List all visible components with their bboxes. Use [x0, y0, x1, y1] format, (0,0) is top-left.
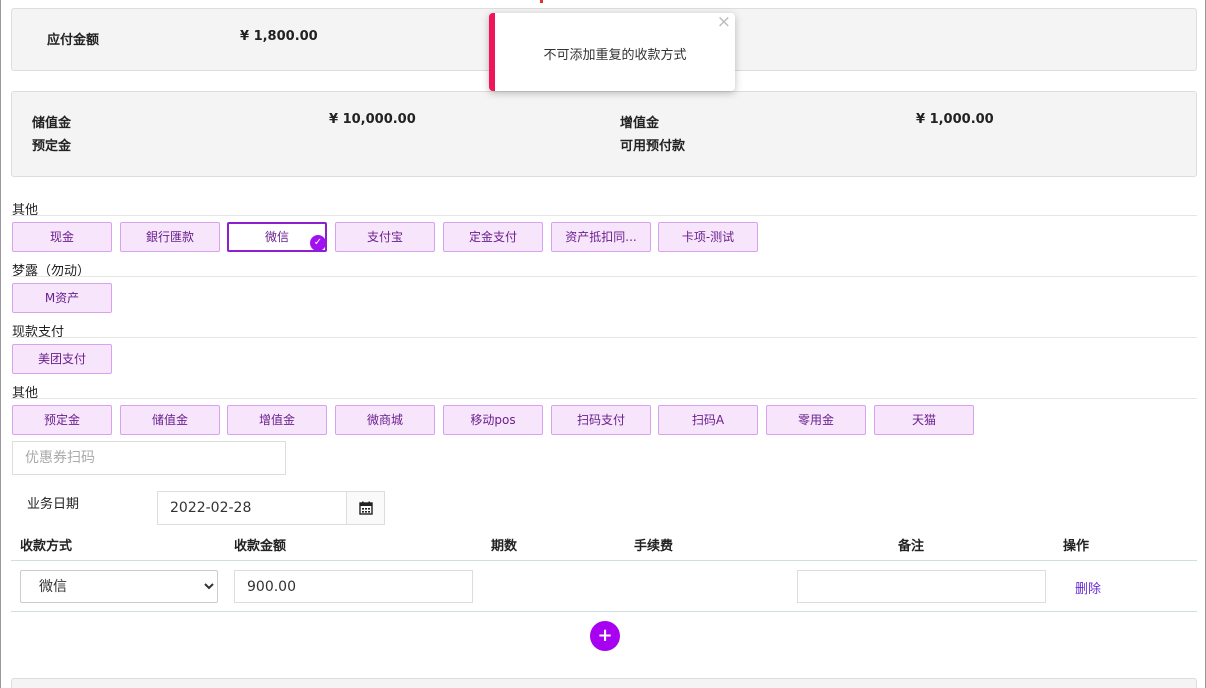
header-periods: 期数	[491, 539, 518, 554]
prepaid-label: 可用预付款	[620, 139, 686, 154]
table-row-divider	[11, 611, 1197, 612]
pay-method-wechat-label: 微信	[264, 230, 289, 244]
bottom-panel	[11, 678, 1197, 688]
table-header-divider	[11, 560, 1197, 561]
coupon-scan-input[interactable]	[12, 441, 286, 475]
pay-method-wechat[interactable]: 微信 ✓	[227, 222, 327, 252]
business-date-input[interactable]	[157, 491, 347, 525]
payment-method-select[interactable]: 微信	[20, 570, 218, 603]
business-date-label: 业务日期	[27, 497, 80, 512]
stored-value-label: 储值金	[32, 116, 72, 131]
pay-method-micro-mall[interactable]: 微商城	[335, 405, 435, 435]
pay-method-scan-pay[interactable]: 扫码支付	[551, 405, 651, 435]
top-indicator	[540, 0, 543, 3]
payable-value: ¥ 1,800.00	[240, 29, 318, 44]
toast-message: 不可添加重复的收款方式	[543, 48, 687, 63]
pay-method-m-asset[interactable]: M资产	[12, 283, 112, 313]
header-method: 收款方式	[20, 539, 73, 554]
header-amount: 收款金额	[234, 539, 287, 554]
pay-method-stored-value[interactable]: 储值金	[120, 405, 220, 435]
bonus-label: 增值金	[620, 116, 660, 131]
pay-method-petty-cash[interactable]: 零用金	[766, 405, 866, 435]
add-payment-button[interactable]: +	[590, 621, 620, 651]
payable-label: 应付金额	[47, 33, 100, 48]
payment-amount-input[interactable]	[234, 570, 473, 603]
close-icon[interactable]: ×	[717, 13, 731, 31]
header-fee: 手续费	[634, 539, 674, 554]
pay-method-card-test[interactable]: 卡项-测试	[658, 222, 758, 252]
group-divider	[11, 276, 1197, 277]
pay-method-scan-a[interactable]: 扫码A	[658, 405, 758, 435]
pay-method-mobile-pos[interactable]: 移动pos	[443, 405, 543, 435]
bonus-amount: ¥ 1,000.00	[916, 112, 994, 127]
group-divider	[11, 337, 1197, 338]
deposit-label: 预定金	[32, 139, 72, 154]
calendar-icon	[358, 501, 373, 515]
pay-method-meituan[interactable]: 美团支付	[12, 344, 112, 374]
delete-row-link[interactable]: 删除	[1075, 578, 1101, 597]
pay-method-asset-offset[interactable]: 资产抵扣同...	[551, 222, 651, 252]
stored-value-amount: ¥ 10,000.00	[329, 112, 416, 127]
group-divider	[11, 398, 1197, 399]
pay-method-bank-transfer[interactable]: 銀行匯款	[120, 222, 220, 252]
pay-method-cash[interactable]: 现金	[12, 222, 112, 252]
remark-input[interactable]	[797, 570, 1046, 603]
pay-method-bonus-value[interactable]: 增值金	[227, 405, 327, 435]
date-picker-button[interactable]	[346, 491, 385, 525]
header-action: 操作	[1063, 539, 1090, 554]
check-icon: ✓	[310, 235, 325, 250]
pay-method-deposit-payment[interactable]: 定金支付	[443, 222, 543, 252]
balance-panel: 储值金 ¥ 10,000.00 预定金 增值金 ¥ 1,000.00 可用预付款	[11, 91, 1197, 177]
pay-method-tmall[interactable]: 天猫	[874, 405, 974, 435]
error-toast: × 不可添加重复的收款方式	[489, 13, 735, 91]
pay-method-alipay[interactable]: 支付宝	[335, 222, 435, 252]
pay-method-deposit[interactable]: 预定金	[12, 405, 112, 435]
header-remark: 备注	[898, 539, 925, 554]
group-divider	[11, 215, 1197, 216]
